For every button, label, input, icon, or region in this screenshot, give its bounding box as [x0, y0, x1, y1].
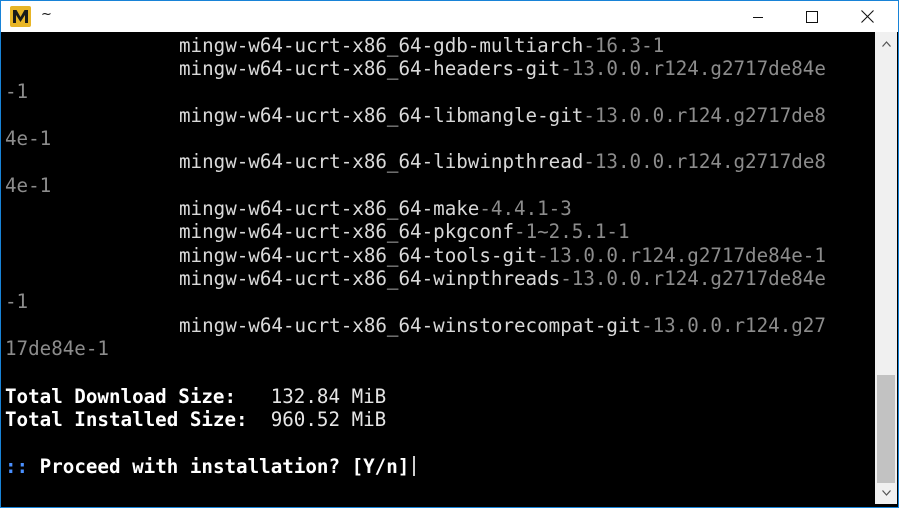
close-icon	[860, 10, 874, 23]
package-line-wrap: -1	[5, 290, 29, 313]
vertical-scrollbar[interactable]	[875, 32, 897, 504]
package-line: mingw-w64-ucrt-x86_64-make-4.4.1-3	[179, 197, 572, 220]
minimize-icon	[753, 16, 763, 18]
scroll-down-button[interactable]	[875, 484, 897, 501]
msys2-mintty-icon[interactable]	[10, 6, 31, 27]
total-installed-size: Total Installed Size: 960.52 MiB	[5, 408, 387, 431]
install-prompt[interactable]: :: Proceed with installation? [Y/n]	[5, 455, 416, 478]
package-line: mingw-w64-ucrt-x86_64-gdb-multiarch-16.3…	[179, 34, 665, 57]
package-line-wrap: 17de84e-1	[5, 337, 109, 360]
package-line-wrap: -1	[5, 80, 29, 103]
chevron-down-icon	[881, 489, 891, 496]
package-line: mingw-w64-ucrt-x86_64-tools-git-13.0.0.r…	[179, 244, 826, 267]
package-line: mingw-w64-ucrt-x86_64-headers-git-13.0.0…	[179, 57, 826, 80]
terminal-output[interactable]: mingw-w64-ucrt-x86_64-gdb-multiarch-16.3…	[5, 32, 873, 505]
chevron-up-icon	[881, 40, 891, 47]
total-download-size: Total Download Size: 132.84 MiB	[5, 385, 387, 408]
package-line: mingw-w64-ucrt-x86_64-pkgconf-1~2.5.1-1	[179, 220, 630, 243]
package-line-wrap: 4e-1	[5, 127, 52, 150]
terminal-window: ~ mingw-w64-ucrt-x86_64-gdb-multiarch-16…	[0, 0, 899, 508]
minimize-button[interactable]	[735, 1, 781, 32]
close-button[interactable]	[844, 1, 890, 32]
package-line-wrap: 4e-1	[5, 174, 52, 197]
package-line: mingw-w64-ucrt-x86_64-libwinpthread-13.0…	[179, 150, 826, 173]
text-cursor	[413, 456, 416, 476]
package-line: mingw-w64-ucrt-x86_64-winpthreads-13.0.0…	[179, 267, 826, 290]
package-line: mingw-w64-ucrt-x86_64-libmangle-git-13.0…	[179, 104, 826, 127]
title-bar[interactable]: ~	[1, 1, 898, 32]
window-title: ~	[41, 7, 52, 22]
maximize-button[interactable]	[789, 1, 835, 32]
scrollbar-thumb[interactable]	[877, 375, 895, 483]
maximize-icon	[806, 10, 818, 23]
scroll-up-button[interactable]	[875, 35, 897, 52]
package-line: mingw-w64-ucrt-x86_64-winstorecompat-git…	[179, 314, 826, 337]
